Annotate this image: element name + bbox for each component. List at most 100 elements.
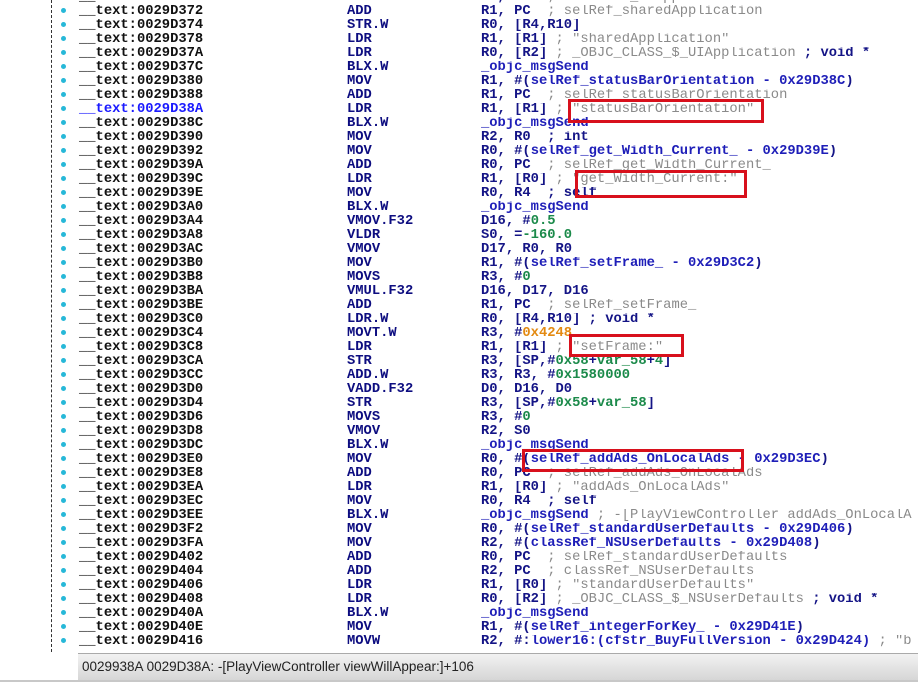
- instruction-address[interactable]: __text:0029D37A: [79, 47, 203, 61]
- instruction-row[interactable]: __text:0029D3BEADDR1, PC ; selRef_setFra…: [0, 299, 918, 313]
- breakpoint-marker-icon[interactable]: [61, 8, 66, 13]
- breakpoint-marker-icon[interactable]: [61, 64, 66, 69]
- instruction-address[interactable]: __text:0029D3E0: [79, 453, 203, 467]
- instruction-address[interactable]: __text:0029D3CA: [79, 355, 203, 369]
- instruction-row[interactable]: __text:0029D416MOVWR2, #:lower16:(cfstr_…: [0, 635, 918, 649]
- instruction-row[interactable]: __text:0029D390MOVR2, R0 ; int: [0, 131, 918, 145]
- breakpoint-marker-icon[interactable]: [61, 484, 66, 489]
- instruction-row[interactable]: __text:0029D40ABLX.W_objc_msgSend: [0, 607, 918, 621]
- instruction-address[interactable]: __text:0029D3C0: [79, 313, 203, 327]
- instruction-address[interactable]: __text:0029D3C4: [79, 327, 203, 341]
- operand-text[interactable]: _objc_msgSend: [481, 61, 589, 75]
- instruction-address[interactable]: __text:0029D3A0: [79, 201, 203, 215]
- instruction-address[interactable]: __text:0029D3C8: [79, 341, 203, 355]
- instruction-address[interactable]: __text:0029D3E8: [79, 467, 203, 481]
- breakpoint-marker-icon[interactable]: [61, 120, 66, 125]
- instruction-row[interactable]: __text:0029D3ACVMOVD17, R0, R0: [0, 243, 918, 257]
- instruction-address[interactable]: __text:0029D3CC: [79, 369, 203, 383]
- instruction-address[interactable]: __text:0029D374: [79, 19, 203, 33]
- instruction-address[interactable]: __text:0029D3D0: [79, 383, 203, 397]
- operand-text[interactable]: selRef_get_Width_Current_ - 0x29D39E: [531, 145, 829, 159]
- instruction-address[interactable]: __text:0029D39E: [79, 187, 203, 201]
- instruction-row[interactable]: __text:0029D3CCADD.WR3, R3, #0x1580000: [0, 369, 918, 383]
- instruction-address[interactable]: __text:0029D3BA: [79, 285, 203, 299]
- breakpoint-marker-icon[interactable]: [61, 386, 66, 391]
- instruction-address[interactable]: __text:0029D40E: [79, 621, 203, 635]
- instruction-row[interactable]: __text:0029D3B0MOVR1, #(selRef_setFrame_…: [0, 257, 918, 271]
- instruction-address[interactable]: __text:0029D3BE: [79, 299, 203, 313]
- instruction-address[interactable]: __text:0029D402: [79, 551, 203, 565]
- breakpoint-marker-icon[interactable]: [61, 498, 66, 503]
- instruction-row[interactable]: __text:0029D3C0LDR.WR0, [R4,R10] ; void …: [0, 313, 918, 327]
- breakpoint-marker-icon[interactable]: [61, 246, 66, 251]
- breakpoint-marker-icon[interactable]: [61, 372, 66, 377]
- instruction-row[interactable]: __text:0029D3F2MOVR0, #(selRef_standardU…: [0, 523, 918, 537]
- disassembly-listing[interactable]: __text:0029D370ADDR2, PC ; classRef_UIAp…: [0, 0, 918, 653]
- instruction-address[interactable]: __text:0029D3AC: [79, 243, 203, 257]
- operand-text[interactable]: classRef_NSUserDefaults - 0x29D408: [531, 537, 813, 551]
- instruction-row[interactable]: __text:0029D3CASTRR3, [SP,#0x58+var_58+4…: [0, 355, 918, 369]
- breakpoint-marker-icon[interactable]: [61, 78, 66, 83]
- operand-text[interactable]: lower16:(cfstr_BuyFullVersion - 0x29D424…: [531, 635, 870, 649]
- breakpoint-marker-icon[interactable]: [61, 554, 66, 559]
- instruction-address[interactable]: __text:0029D388: [79, 89, 203, 103]
- breakpoint-marker-icon[interactable]: [61, 428, 66, 433]
- instruction-address[interactable]: __text:0029D372: [79, 5, 203, 19]
- instruction-row[interactable]: __text:0029D380MOVR1, #(selRef_statusBar…: [0, 75, 918, 89]
- instruction-row[interactable]: __text:0029D392MOVR0, #(selRef_get_Width…: [0, 145, 918, 159]
- breakpoint-marker-icon[interactable]: [61, 288, 66, 293]
- instruction-row[interactable]: __text:0029D3A8VLDRS0, =-160.0: [0, 229, 918, 243]
- instruction-row[interactable]: __text:0029D3BAVMUL.F32D16, D17, D16: [0, 285, 918, 299]
- instruction-address[interactable]: __text:0029D3D4: [79, 397, 203, 411]
- instruction-row[interactable]: __text:0029D3C8LDRR1, [R1] ; "setFrame:": [0, 341, 918, 355]
- breakpoint-marker-icon[interactable]: [61, 232, 66, 237]
- instruction-row[interactable]: __text:0029D39CLDRR1, [R0] ; "get_Width_…: [0, 173, 918, 187]
- instruction-address[interactable]: __text:0029D3B8: [79, 271, 203, 285]
- breakpoint-marker-icon[interactable]: [61, 106, 66, 111]
- breakpoint-marker-icon[interactable]: [61, 50, 66, 55]
- breakpoint-marker-icon[interactable]: [61, 624, 66, 629]
- instruction-row[interactable]: __text:0029D408LDRR0, [R2] ; _OBJC_CLASS…: [0, 593, 918, 607]
- breakpoint-marker-icon[interactable]: [61, 400, 66, 405]
- operand-text[interactable]: selRef_setFrame_ - 0x29D3C2: [531, 257, 755, 271]
- instruction-row[interactable]: __text:0029D3ECMOVR0, R4 ; self: [0, 495, 918, 509]
- instruction-row[interactable]: __text:0029D3A4VMOV.F32D16, #0.5: [0, 215, 918, 229]
- instruction-row[interactable]: __text:0029D37CBLX.W_objc_msgSend: [0, 61, 918, 75]
- breakpoint-marker-icon[interactable]: [61, 414, 66, 419]
- breakpoint-marker-icon[interactable]: [61, 512, 66, 517]
- instruction-address[interactable]: __text:0029D3DC: [79, 439, 203, 453]
- instruction-address[interactable]: __text:0029D39C: [79, 173, 203, 187]
- breakpoint-marker-icon[interactable]: [61, 190, 66, 195]
- instruction-row[interactable]: __text:0029D38CBLX.W_objc_msgSend: [0, 117, 918, 131]
- instruction-row[interactable]: __text:0029D3B8MOVSR3, #0: [0, 271, 918, 285]
- operand-text[interactable]: _objc_msgSend: [481, 201, 589, 215]
- instruction-row[interactable]: __text:0029D374STR.WR0, [R4,R10]: [0, 19, 918, 33]
- instruction-row[interactable]: __text:0029D40EMOVR1, #(selRef_integerFo…: [0, 621, 918, 635]
- breakpoint-marker-icon[interactable]: [61, 316, 66, 321]
- breakpoint-marker-icon[interactable]: [61, 162, 66, 167]
- instruction-address[interactable]: __text:0029D3EC: [79, 495, 203, 509]
- instruction-row[interactable]: __text:0029D406LDRR1, [R0] ; "standardUs…: [0, 579, 918, 593]
- breakpoint-marker-icon[interactable]: [61, 596, 66, 601]
- breakpoint-marker-icon[interactable]: [61, 330, 66, 335]
- instruction-row[interactable]: __text:0029D3D8VMOVR2, S0: [0, 425, 918, 439]
- operand-text[interactable]: _objc_msgSend: [481, 607, 589, 621]
- instruction-row[interactable]: __text:0029D3E8ADDR0, PC ; selRef_addAds…: [0, 467, 918, 481]
- instruction-address[interactable]: __text:0029D3D6: [79, 411, 203, 425]
- instruction-row[interactable]: __text:0029D3EEBLX.W_objc_msgSend ; -[Pl…: [0, 509, 918, 523]
- breakpoint-marker-icon[interactable]: [61, 470, 66, 475]
- breakpoint-marker-icon[interactable]: [61, 638, 66, 643]
- instruction-row[interactable]: __text:0029D37ALDRR0, [R2] ; _OBJC_CLASS…: [0, 47, 918, 61]
- breakpoint-marker-icon[interactable]: [61, 134, 66, 139]
- breakpoint-marker-icon[interactable]: [61, 526, 66, 531]
- instruction-row[interactable]: __text:0029D39AADDR0, PC ; selRef_get_Wi…: [0, 159, 918, 173]
- breakpoint-marker-icon[interactable]: [61, 218, 66, 223]
- instruction-row[interactable]: __text:0029D372ADDR1, PC ; selRef_shared…: [0, 5, 918, 19]
- breakpoint-marker-icon[interactable]: [61, 148, 66, 153]
- instruction-address[interactable]: __text:0029D408: [79, 593, 203, 607]
- instruction-address[interactable]: __text:0029D380: [79, 75, 203, 89]
- breakpoint-marker-icon[interactable]: [61, 302, 66, 307]
- breakpoint-marker-icon[interactable]: [61, 610, 66, 615]
- breakpoint-marker-icon[interactable]: [61, 582, 66, 587]
- instruction-address[interactable]: __text:0029D3FA: [79, 537, 203, 551]
